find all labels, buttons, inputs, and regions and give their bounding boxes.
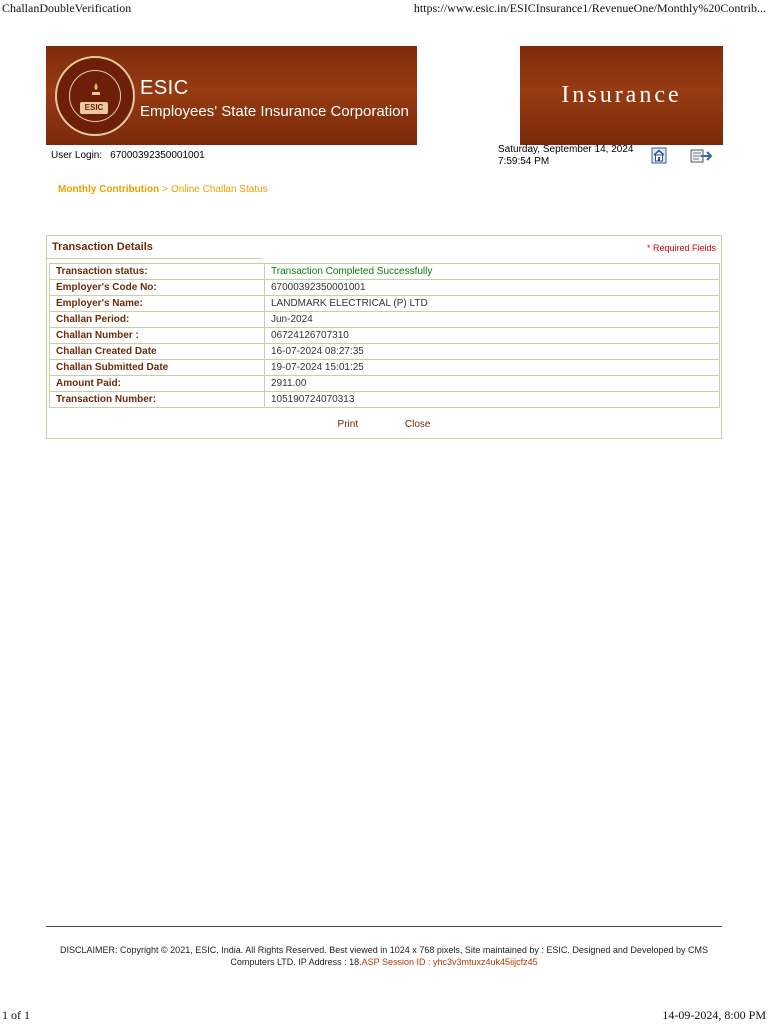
close-button[interactable]: Close: [405, 419, 431, 430]
print-footer: 1 of 1 14-09-2024, 8:00 PM: [0, 1008, 768, 1024]
transaction-status-value: Transaction Completed Successfully: [264, 263, 720, 280]
row-label: Employer's Name:: [49, 295, 265, 312]
table-row: Challan Submitted Date 19-07-2024 15:01:…: [49, 359, 720, 376]
row-label: Challan Created Date: [49, 343, 265, 360]
current-date: Saturday, September 14, 2024: [498, 144, 634, 155]
table-row: Transaction status: Transaction Complete…: [49, 263, 720, 280]
logout-icon[interactable]: [690, 148, 714, 164]
print-button[interactable]: Print: [338, 419, 359, 430]
user-login-value: 67000392350001001: [110, 150, 205, 161]
brand-full-name: Employees' State Insurance Corporation: [140, 103, 409, 120]
table-row: Challan Period: Jun-2024: [49, 311, 720, 328]
row-value: 06724126707310: [264, 327, 720, 344]
breadcrumb-current: Online Challan Status: [170, 184, 268, 195]
esic-banner: ESIC ESIC Employees' State Insurance Cor…: [46, 46, 417, 145]
disclaimer: DISCLAIMER: Copyright © 2021, ESIC, Indi…: [46, 944, 722, 968]
brand-short-name: ESIC: [140, 77, 189, 99]
panel-title: Transaction Details: [52, 241, 153, 253]
table-row: Challan Created Date 16-07-2024 08:27:35: [49, 343, 720, 360]
row-label: Challan Period:: [49, 311, 265, 328]
row-label: Amount Paid:: [49, 375, 265, 392]
row-label: Challan Number :: [49, 327, 265, 344]
logo-tag: ESIC: [80, 102, 108, 114]
row-label: Transaction status:: [49, 263, 265, 280]
row-value: 105190724070313: [264, 391, 720, 408]
row-value: 67000392350001001: [264, 279, 720, 296]
home-icon[interactable]: [651, 147, 667, 164]
insurance-banner: Insurance: [520, 46, 723, 145]
session-id: ASP Session ID : yhc3v3mtuxz4uk45iijcfz4…: [361, 957, 538, 967]
user-login-label: User Login:: [51, 150, 103, 161]
row-value: 19-07-2024 15:01:25: [264, 359, 720, 376]
table-row: Amount Paid: 2911.00: [49, 375, 720, 392]
print-header-url: https://www.esic.in/ESICInsurance1/Reven…: [413, 1, 766, 15]
breadcrumb-parent[interactable]: Monthly Contribution: [58, 184, 159, 195]
table-row: Transaction Number: 105190724070313: [49, 391, 720, 408]
esic-logo-icon: ESIC: [55, 56, 135, 136]
transaction-details-panel: Transaction Details * Required Fields Tr…: [46, 235, 722, 439]
print-header: ChallanDoubleVerification https://www.es…: [0, 0, 768, 16]
transaction-details-table: Transaction status: Transaction Complete…: [49, 263, 720, 408]
lamp-icon: [92, 83, 100, 95]
row-value: 2911.00: [264, 375, 720, 392]
table-row: Employer's Name: LANDMARK ELECTRICAL (P)…: [49, 295, 720, 312]
row-value: Jun-2024: [264, 311, 720, 328]
insurance-banner-word: Insurance: [561, 82, 682, 108]
panel-actions: Print Close: [47, 419, 721, 430]
user-login: User Login: 67000392350001001: [51, 150, 205, 161]
row-label: Employer's Code No:: [49, 279, 265, 296]
print-page-count: 1 of 1: [2, 1008, 30, 1022]
current-time: 7:59:54 PM: [498, 156, 550, 167]
table-row: Employer's Code No: 67000392350001001: [49, 279, 720, 296]
panel-title-underline: [47, 258, 262, 259]
print-timestamp: 14-09-2024, 8:00 PM: [662, 1008, 766, 1022]
row-value: 16-07-2024 08:27:35: [264, 343, 720, 360]
row-value: LANDMARK ELECTRICAL (P) LTD: [264, 295, 720, 312]
row-label: Challan Submitted Date: [49, 359, 265, 376]
logo-inner-ring: ESIC: [69, 70, 121, 122]
print-header-title: ChallanDoubleVerification: [2, 1, 132, 15]
breadcrumb-separator: >: [162, 184, 168, 195]
table-row: Challan Number : 06724126707310: [49, 327, 720, 344]
current-datetime: Saturday, September 14, 2024 7:59:54 PM: [498, 144, 633, 168]
breadcrumb: Monthly Contribution > Online Challan Stat…: [58, 184, 268, 195]
required-fields-note: * Required Fields: [646, 243, 716, 253]
row-label: Transaction Number:: [49, 391, 265, 408]
footer-divider: [46, 926, 722, 927]
